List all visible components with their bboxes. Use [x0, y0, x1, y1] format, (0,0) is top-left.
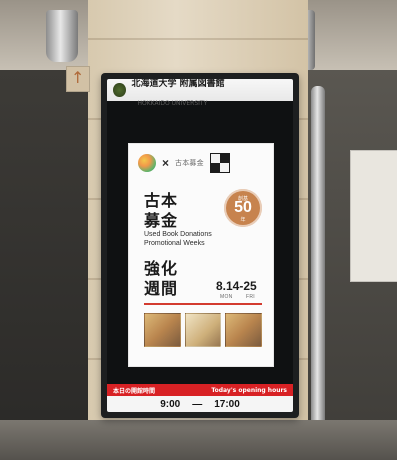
qr-code-icon — [209, 153, 230, 173]
campaign-dates: 8.14-25 — [216, 279, 257, 293]
poster-title-line-2: 募金 — [144, 213, 179, 230]
poster-photo — [144, 313, 181, 347]
campaign-end-day: FRI — [246, 294, 255, 300]
opening-hours-time: 9:00 — 17:00 — [107, 396, 293, 412]
ceiling-lamp-left — [46, 10, 78, 62]
poster-photo — [225, 313, 263, 347]
colorful-logo-icon — [138, 154, 156, 172]
poster-title-en-line-2: Promotional Weeks — [144, 240, 205, 247]
opening-hours-label-ja: 本日の開館時間 — [113, 387, 156, 395]
poster-logos: × 古本募金 — [138, 151, 264, 175]
anniversary-badge: 創基 50 年 — [224, 189, 262, 227]
time-dash: — — [192, 398, 203, 410]
photo-scene: ↑ 北海道大学 附属図書館 HOKKAIDO UNIVERSITY × 古本募金… — [0, 0, 397, 460]
university-name-en: HOKKAIDO UNIVERSITY — [137, 100, 208, 107]
signage-header: 北海道大学 附属図書館 HOKKAIDO UNIVERSITY — [107, 79, 293, 107]
signage-screen-bezel: 北海道大学 附属図書館 HOKKAIDO UNIVERSITY × 古本募金 古… — [107, 79, 293, 412]
right-wall-panel — [350, 150, 397, 282]
university-name: 北海道大学 附属図書館 HOKKAIDO UNIVERSITY — [132, 79, 287, 109]
up-arrow-icon: ↑ — [71, 68, 85, 87]
university-name-ja: 北海道大学 附属図書館 — [131, 79, 225, 89]
digital-signage: 北海道大学 附属図書館 HOKKAIDO UNIVERSITY × 古本募金 古… — [101, 73, 299, 418]
partner-logo-text: 古本募金 — [175, 160, 204, 167]
pillar-seam — [88, 38, 308, 40]
poster-title-en-line-1: Used Book Donations — [144, 231, 212, 238]
red-divider — [144, 303, 262, 305]
poster-photo — [184, 313, 222, 347]
opening-hours-label-en: Today's opening hours — [211, 386, 287, 394]
poster-title-line-4: 週間 — [144, 281, 179, 298]
open-time: 9:00 — [160, 398, 181, 410]
opening-hours-bar: 本日の開館時間 Today's opening hours 9:00 — 17:… — [107, 384, 293, 412]
university-emblem-icon — [113, 83, 126, 97]
left-background — [0, 70, 88, 460]
cross-icon: × — [162, 155, 170, 170]
campaign-start-day: MON — [220, 294, 233, 300]
close-time: 17:00 — [214, 398, 240, 410]
badge-number: 50 — [234, 199, 252, 216]
floor — [0, 420, 397, 460]
metal-pipe — [311, 86, 325, 456]
opening-hours-label-row: 本日の開館時間 Today's opening hours — [107, 384, 293, 396]
poster: × 古本募金 古本 募金 Used Book Donations Promoti… — [128, 143, 274, 367]
badge-bottom-text: 年 — [240, 217, 246, 223]
poster-photo-strip — [144, 313, 263, 347]
